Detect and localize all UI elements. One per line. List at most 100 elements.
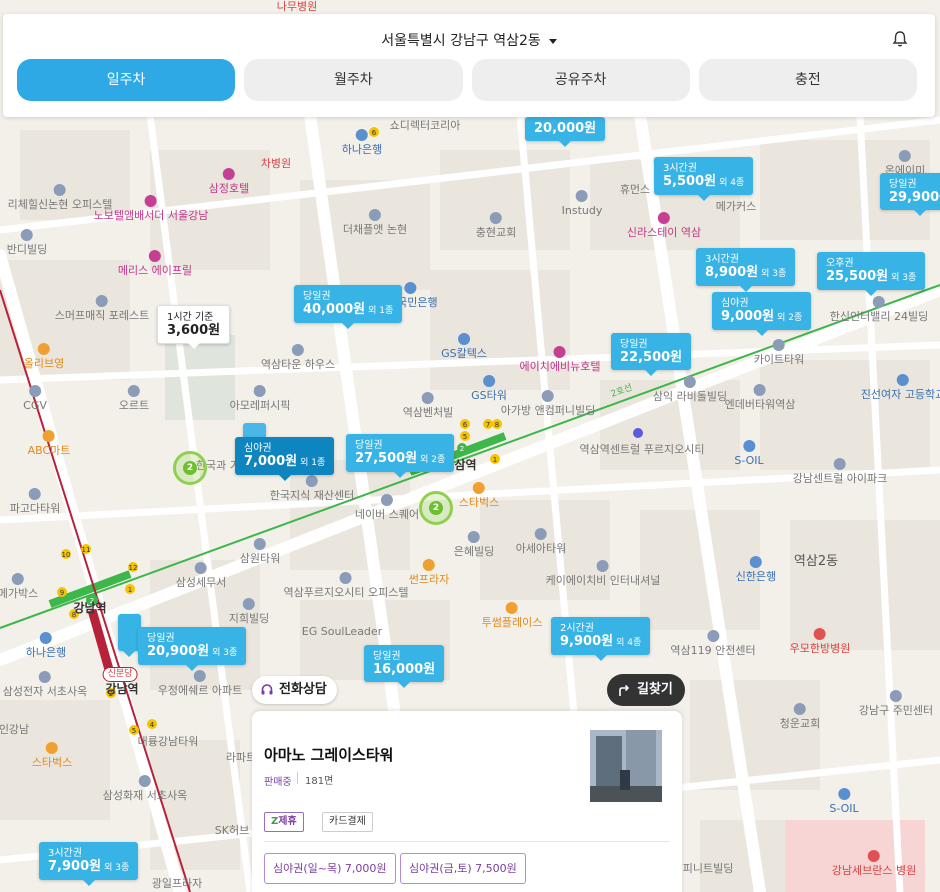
poi-label: 아모레퍼시픽 (230, 385, 290, 412)
poi-label: 메리스 에이프릴 (118, 250, 192, 277)
poi-label: 우모한방병원 (789, 628, 851, 655)
tab-charging[interactable]: 충전 (698, 59, 917, 101)
marker-suffix: 외 1종 (368, 306, 394, 316)
svg-text:5: 5 (463, 433, 467, 441)
poi-text: 반디빌딩 (6, 243, 48, 256)
poi-text: 우정에쉐르 아파트 (157, 684, 243, 697)
poi-text: 삼성세무서 (175, 576, 227, 589)
poi-label: 카이트타워 (753, 339, 805, 366)
poi-label: GS칼텍스 (441, 333, 487, 360)
price-marker[interactable]: 당일권 40,000원 외 1종 (294, 285, 403, 329)
marker-price: 8,900원 (705, 265, 759, 280)
marker-price: 9,000원 (721, 309, 775, 324)
poi-label: ABC마트 (28, 430, 70, 457)
marker-suffix: 외 4종 (616, 638, 642, 648)
poi-label: 신한은행 (736, 556, 776, 583)
poi-label: 아가방 앤컴퍼니빌딩 (501, 390, 595, 417)
poi-label: 하나은행 (26, 632, 66, 659)
poi-text: 메리스 에이프릴 (117, 264, 193, 277)
price-marker[interactable]: 오후권 25,500원 외 3종 (817, 252, 926, 296)
tab-shared[interactable]: 공유주차 (471, 59, 690, 101)
poi-label: 충현교회 (476, 212, 516, 239)
poi-label: 진선여자 고등학교 (861, 374, 940, 401)
phone-consult-button[interactable]: 전화상담 (252, 676, 337, 704)
price-marker[interactable]: 3시간권 5,500원 외 4종 (654, 157, 754, 201)
poi-label: 역삼타운 하우스 (261, 344, 335, 371)
poi-label: 지희빌딩 (229, 598, 269, 625)
bell-icon[interactable] (891, 30, 909, 48)
marker-price: 9,900원 (560, 634, 614, 649)
parking-cluster[interactable]: 2 (419, 491, 453, 525)
building-photo-image (590, 730, 662, 802)
price-marker-hourly[interactable]: 1시간 기준 3,600원 (157, 305, 231, 349)
poi-text: 스머프매직 포레스트 (54, 309, 150, 322)
location-selector[interactable]: 서울특별시 강남구 역삼2동 (3, 30, 935, 50)
poi-text: 올리브영 (23, 357, 65, 370)
partner-label: 제휴 (278, 816, 297, 827)
poi-text: 아세아타워 (515, 542, 567, 555)
tab-daily[interactable]: 일주차 (17, 59, 236, 101)
price-marker[interactable]: 20,000원 (525, 117, 606, 147)
directions-button[interactable]: 길찾기 (607, 674, 685, 706)
marker-price: 5,500원 (663, 174, 717, 189)
phone-consult-label: 전화상담 (279, 682, 327, 697)
poi-text: 노보텔앰배서더 서울강남 (93, 209, 209, 222)
poi-text: 역삼타운 하우스 (260, 358, 336, 371)
poi-label: 삼성화재 서초사옥 (103, 775, 187, 802)
poi-text: 카이트타워 (753, 353, 805, 366)
parking-photo[interactable] (590, 730, 662, 802)
price-marker[interactable]: 당일권 22,500원 (611, 333, 692, 376)
tab-monthly[interactable]: 월주차 (244, 59, 463, 101)
caret-down-icon (548, 38, 557, 44)
price-marker[interactable]: 당일권29,900원 (880, 173, 940, 216)
poi-label: 인강남 (0, 723, 30, 736)
poi-text: 삼원타워 (239, 552, 281, 565)
price-marker[interactable]: 당일권 20,900원 외 3종 (138, 627, 247, 671)
poi-text: 은혜빌딩 (453, 545, 495, 558)
line-badge: 신분당 (102, 667, 138, 682)
poi-text: 케이에이치비 인터내셔널 (545, 574, 661, 587)
svg-text:1: 1 (493, 456, 497, 464)
svg-text:12: 12 (129, 564, 138, 572)
marker-suffix: 외 3종 (104, 863, 130, 873)
poi-label: 역삼역센트럴 푸르지오시티 (579, 443, 705, 456)
poi-label: 삼정호텔 (209, 168, 249, 195)
poi-text: 투썸플레이스 (481, 616, 543, 629)
partner-badge: Z제휴 (264, 812, 304, 832)
card-payment-badge: 카드결제 (322, 812, 373, 832)
poi-label: 나무병원 (276, 0, 318, 13)
directions-label: 길찾기 (637, 682, 673, 697)
poi-label: 스타벅스 (459, 482, 499, 509)
poi-label: 투썸플레이스 (481, 602, 543, 629)
poi-label: 신라스테이 역삼 (627, 212, 701, 239)
parking-detail-card[interactable]: 아마노 그레이스타워 판매중 181면 Z제휴 카드결제 심야권(일~목) 7,… (252, 711, 682, 892)
parking-cluster[interactable]: 2 (173, 451, 207, 485)
ticket-option[interactable]: 심야권(일~목) 7,000원 (264, 853, 396, 884)
price-marker[interactable]: 3시간권 7,900원 외 3종 (39, 842, 139, 886)
ticket-option[interactable]: 심야권(금,토) 7,500원 (400, 853, 526, 884)
price-marker[interactable]: 3시간권 8,900원 외 3종 (696, 248, 796, 292)
svg-text:9: 9 (60, 589, 64, 597)
svg-text:7: 7 (486, 421, 490, 429)
price-marker[interactable]: 2시간권 9,900원 외 4종 (551, 617, 651, 661)
svg-text:11: 11 (82, 546, 91, 554)
poi-text: 우모한방병원 (789, 642, 851, 655)
poi-text: 진선여자 고등학교 (860, 388, 940, 401)
price-marker[interactable]: 당일권 16,000원 (364, 645, 445, 688)
marker-suffix: 외 3종 (891, 273, 917, 283)
price-marker-selected[interactable]: 심야권 7,000원 외 1종 (235, 437, 335, 481)
marker-price (127, 631, 132, 646)
price-marker[interactable]: 심야권 9,000원 외 2종 (712, 292, 812, 336)
poi-text: 충현교회 (475, 226, 517, 239)
poi-text: Instudy (561, 204, 603, 217)
poi-label: 한신인터밸리 24빌딩 (830, 296, 928, 323)
marker-suffix: 외 3종 (212, 648, 238, 658)
poi-text: 에이치에비뉴호텔 (519, 360, 601, 373)
poi-label: 썬프라자 (409, 559, 449, 586)
marker-suffix: 외 4종 (719, 178, 745, 188)
poi-label: 삼성전자 서초사옥 (3, 671, 87, 698)
parking-type-tabs: 일주차 월주차 공유주차 충전 (17, 59, 917, 101)
marker-price: 16,000원 (373, 662, 436, 677)
poi-label: 역삼푸르지오시티 오피스텔 (284, 572, 408, 599)
price-marker[interactable]: 당일권 27,500원 외 2종 (346, 434, 455, 478)
